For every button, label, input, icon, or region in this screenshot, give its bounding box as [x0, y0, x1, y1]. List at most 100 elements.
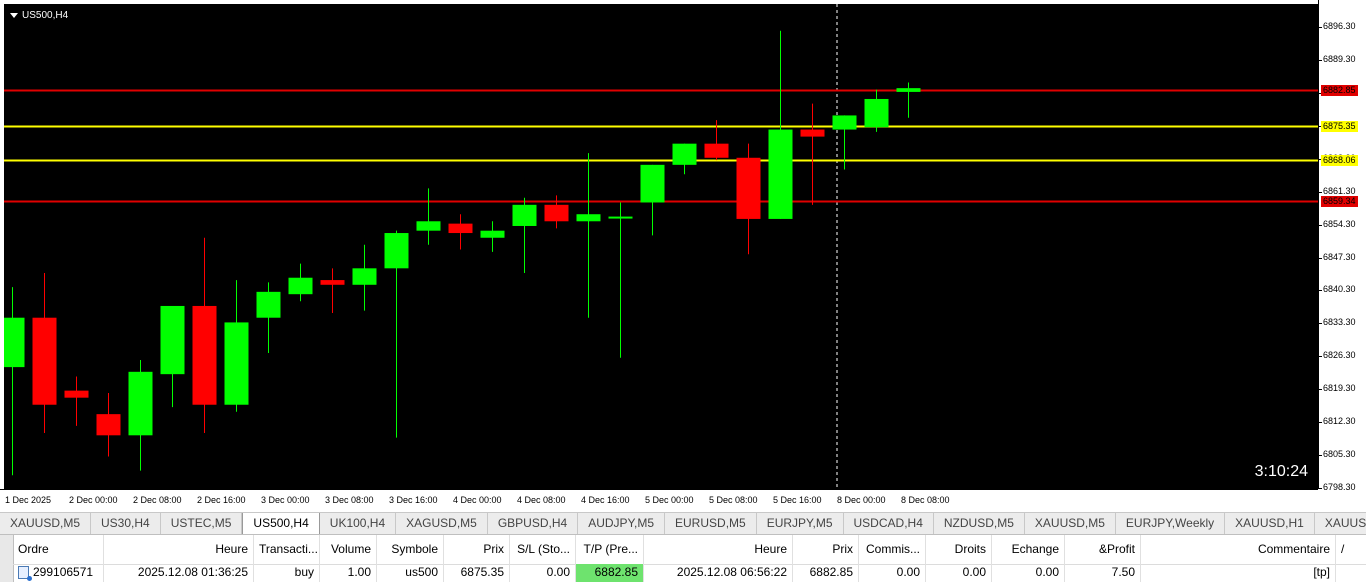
candle-body	[768, 129, 793, 219]
time-tick-label: 2 Dec 08:00	[133, 495, 182, 505]
chart-tab[interactable]: EURJPY,M5	[757, 513, 844, 534]
time-tick-label: 5 Dec 16:00	[773, 495, 822, 505]
cell-echange: 0.00	[992, 564, 1065, 582]
candle-body	[608, 216, 633, 219]
col-echange[interactable]: Echange	[992, 535, 1065, 564]
col-transaction[interactable]: Transacti...	[254, 535, 320, 564]
time-tick-label: 4 Dec 16:00	[581, 495, 630, 505]
chart-tab[interactable]: NZDUSD,M5	[934, 513, 1025, 534]
cell-commission: 0.00	[859, 564, 926, 582]
cell-transaction: buy	[254, 564, 320, 582]
price-tick-label: 6819.30	[1323, 383, 1356, 394]
candle-body	[416, 221, 441, 231]
chart-tabs-bar: XAUUSD,M5 US30,H4 USTEC,M5 US500,H4 UK100,H4…	[0, 512, 1366, 535]
candle-body	[4, 317, 25, 368]
price-tick-mark	[1319, 27, 1322, 28]
time-tick-label: 1 Dec 2025	[5, 495, 52, 505]
chart-tab[interactable]: XAGUSD,M5	[396, 513, 488, 534]
candle-body	[576, 214, 601, 222]
candle-body	[480, 230, 505, 238]
terminal-side-tab[interactable]: inal	[0, 535, 14, 582]
candle-body	[224, 322, 249, 405]
col-droits[interactable]: Droits	[926, 535, 992, 564]
price-tick-label: 6861.30	[1323, 185, 1356, 196]
chart-tab[interactable]: XAUUSD,H1	[1225, 513, 1315, 534]
price-tick-label: 6889.30	[1323, 53, 1356, 64]
col-tp[interactable]: T/P (Pre...	[576, 535, 644, 564]
cell-prix: 6875.35	[444, 564, 510, 582]
dropdown-triangle-icon[interactable]	[10, 13, 18, 18]
chart-tab[interactable]: XAUUSD,H1	[1315, 513, 1366, 534]
price-tick-mark	[1319, 323, 1322, 325]
time-tick-label: 2 Dec 16:00	[197, 495, 246, 505]
col-commentaire[interactable]: Commentaire	[1141, 535, 1336, 564]
time-tick-label: 3 Dec 08:00	[325, 495, 374, 505]
terminal-panel: inal Ordre Heure Transacti... Volume Sym…	[0, 534, 1366, 582]
cell-sl: 0.00	[510, 564, 576, 582]
chart-tab[interactable]: US500,H4	[242, 513, 320, 534]
candle-body	[736, 157, 761, 219]
col-ordre[interactable]: Ordre	[13, 535, 104, 564]
price-tick-label: 6896.30	[1323, 21, 1356, 31]
price-tick-label: 6833.30	[1323, 317, 1356, 328]
chart-tab[interactable]: US30,H4	[91, 513, 161, 534]
time-tick-label: 3 Dec 16:00	[389, 495, 438, 505]
chart-symbol-label[interactable]: US500,H4	[10, 10, 68, 21]
candle-body	[704, 143, 729, 158]
price-tick-label: 6826.30	[1323, 350, 1356, 361]
price-tick-label: 6847.30	[1323, 251, 1356, 262]
col-volume[interactable]: Volume	[320, 535, 377, 564]
table-row[interactable]: 299106571 2025.12.08 01:36:25 buy 1.00 u…	[13, 564, 1366, 582]
price-tick-mark	[1319, 389, 1322, 391]
chart-tab[interactable]: USDCAD,H4	[844, 513, 934, 534]
chart-plot-area[interactable]: US500,H4 3:10:24	[4, 4, 1318, 489]
price-axis[interactable]: 6896.306889.306882.306875.306868.306861.…	[1318, 0, 1366, 492]
price-tick-label: 6854.30	[1323, 218, 1356, 229]
candle-body	[352, 268, 377, 285]
chart-tab[interactable]: AUDJPY,M5	[578, 513, 666, 534]
time-tick-label: 4 Dec 08:00	[517, 495, 566, 505]
col-prix-close[interactable]: Prix	[793, 535, 859, 564]
chart-tab[interactable]: EURJPY,Weekly	[1116, 513, 1226, 534]
chart-tab[interactable]: XAUUSD,M5	[0, 513, 92, 534]
time-tick-label: 2 Dec 00:00	[69, 495, 118, 505]
col-heure-close[interactable]: Heure	[644, 535, 793, 564]
time-axis[interactable]: 1 Dec 2025 2 Dec 00:00 2 Dec 08:00 2 Dec 16…	[0, 489, 1318, 513]
col-commission[interactable]: Commis...	[859, 535, 926, 564]
price-tick-label: 6812.30	[1323, 416, 1356, 427]
candle-timer: 3:10:24	[1254, 463, 1308, 480]
chart-tab[interactable]: USTEC,M5	[161, 513, 243, 534]
chart-tab[interactable]: GBPUSD,H4	[488, 513, 579, 534]
cell-droits: 0.00	[926, 564, 992, 582]
cell-profit: 7.50	[1065, 564, 1141, 582]
col-symbole[interactable]: Symbole	[377, 535, 444, 564]
col-profit[interactable]: &Profit	[1065, 535, 1141, 564]
price-level-label: 6859.34	[1321, 195, 1358, 207]
price-level-label: 6875.35	[1321, 120, 1358, 132]
closed-order-icon	[18, 566, 32, 582]
candlestick-chart[interactable]	[4, 4, 1318, 489]
price-tick-mark	[1319, 356, 1322, 358]
candle-body	[256, 291, 281, 318]
chart-tab[interactable]: XAUUSD,M5	[1025, 513, 1116, 534]
history-table-header: Ordre Heure Transacti... Volume Symbole …	[13, 535, 1366, 565]
cell-ordre-text: 299106571	[33, 565, 94, 579]
col-sl[interactable]: S/L (Sto...	[510, 535, 576, 564]
price-tick-mark	[1319, 257, 1322, 259]
chart-window[interactable]: US500,H4 3:10:24 6896.306889.306882.3068…	[0, 0, 1366, 513]
candle-body	[672, 143, 697, 165]
cell-volume: 1.00	[320, 564, 377, 582]
price-tick-label: 6798.30	[1323, 482, 1356, 492]
price-tick-label: 6805.30	[1323, 449, 1356, 460]
col-heure[interactable]: Heure	[104, 535, 254, 564]
price-tick-label: 6840.30	[1323, 284, 1356, 295]
col-prix[interactable]: Prix	[444, 535, 510, 564]
col-slash[interactable]: /	[1336, 535, 1366, 564]
price-level-label: 6882.85	[1321, 85, 1358, 97]
price-tick-mark	[1319, 224, 1322, 226]
time-tick-label: 5 Dec 00:00	[645, 495, 694, 505]
chart-tab[interactable]: EURUSD,M5	[665, 513, 757, 534]
chart-tab[interactable]: UK100,H4	[320, 513, 397, 534]
price-tick-mark	[1319, 290, 1322, 292]
price-tick-mark	[1319, 59, 1322, 61]
